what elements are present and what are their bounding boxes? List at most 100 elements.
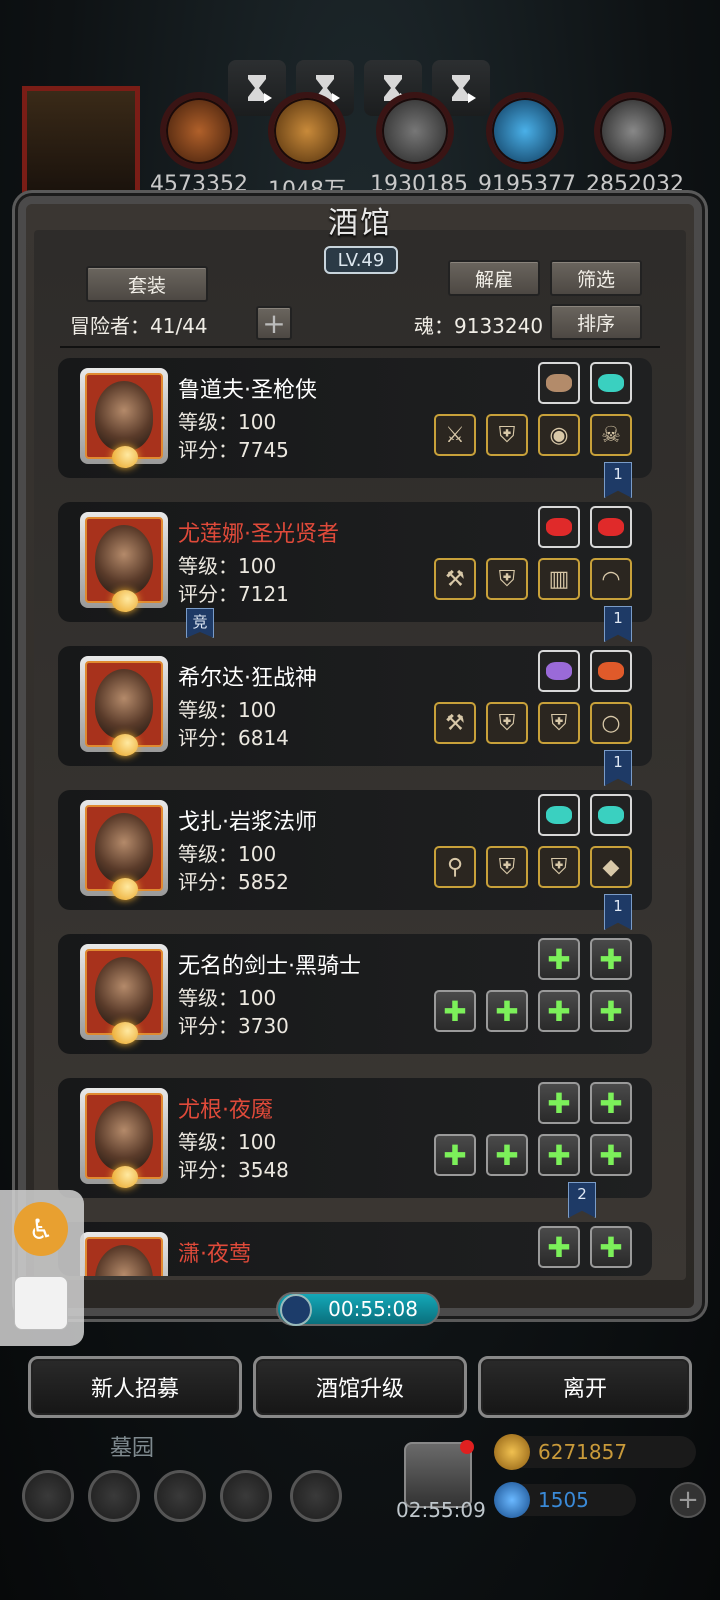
sort-button[interactable]: 排序 (550, 304, 642, 340)
hero-avatar[interactable] (80, 1232, 168, 1276)
equipment-slot[interactable]: ⛨ (486, 414, 528, 456)
gem-icon (546, 374, 572, 392)
hero-portrait (95, 1101, 153, 1171)
equipment-slot[interactable]: ⚒ (434, 702, 476, 744)
rune-slot[interactable] (590, 650, 632, 692)
hero-portrait (95, 957, 153, 1027)
hero-avatar[interactable] (80, 512, 168, 612)
hero-card[interactable]: 尤莲娜·圣光贤者 等级：100 评分：7121 ⚒ ⛨ ▥ ◠ (58, 502, 652, 622)
gem-icon (598, 374, 624, 392)
shield-icon[interactable] (290, 1470, 342, 1522)
castle-icon[interactable] (154, 1470, 206, 1522)
moon-icon (112, 1022, 138, 1044)
empty-slot-plus-icon[interactable]: ✚ (590, 938, 632, 980)
equipment-slot[interactable]: ⛨ (486, 846, 528, 888)
hero-level: 等级：100 (178, 554, 277, 578)
rune-slot[interactable] (590, 362, 632, 404)
empty-slot-plus-icon[interactable]: ✚ (538, 1134, 580, 1176)
equipment-slot[interactable]: ▥ (538, 558, 580, 600)
equipment-slot[interactable]: ⛨ (538, 846, 580, 888)
moon-icon (112, 878, 138, 900)
empty-slot-plus-icon[interactable]: ✚ (486, 990, 528, 1032)
hero-card[interactable]: 无名的剑士·黑骑士 等级：100 评分：3730 ✚ ✚ ✚ ✚ ✚ ✚ (58, 934, 652, 1054)
empty-slot-plus-icon[interactable]: ✚ (590, 1134, 632, 1176)
rune-slot[interactable] (590, 794, 632, 836)
rune-slot[interactable] (590, 506, 632, 548)
equipment-slot[interactable]: ○ (590, 702, 632, 744)
hero-avatar[interactable] (80, 368, 168, 468)
empty-slot-plus-icon[interactable]: ✚ (538, 1226, 580, 1268)
refresh-timer-text: 00:55:08 (328, 1297, 418, 1321)
assistant-app-icon[interactable] (14, 1276, 68, 1330)
hero-card[interactable]: 潇·夜莺 ✚ ✚ (58, 1222, 652, 1276)
panel-title: 酒馆 (328, 206, 392, 241)
rune-slot[interactable] (538, 650, 580, 692)
equipment-slot[interactable]: ⚔ (434, 414, 476, 456)
gem-icon (598, 662, 624, 680)
upgrade-tavern-button[interactable]: 酒馆升级 (253, 1356, 467, 1418)
hero-score: 评分：3548 (178, 1158, 289, 1182)
hero-portrait (95, 669, 153, 739)
settings-icon[interactable] (22, 1470, 74, 1522)
rune-slot[interactable] (538, 506, 580, 548)
suit-button[interactable]: 套装 (86, 266, 208, 302)
empty-slot-plus-icon[interactable]: ✚ (538, 990, 580, 1032)
equipment-slot[interactable]: ◆ (590, 846, 632, 888)
tavern-screen: 4573352 1048万 1930185 9195377 2852032 酒馆… (0, 0, 720, 1600)
moon-icon (112, 590, 138, 612)
empty-slot-plus-icon[interactable]: ✚ (434, 990, 476, 1032)
equipment-slot[interactable]: ⛨ (538, 702, 580, 744)
empty-slot-plus-icon[interactable]: ✚ (538, 1082, 580, 1124)
hero-card[interactable]: 尤根·夜魇 等级：100 评分：3548 ✚ ✚ ✚ ✚ ✚ ✚ (58, 1078, 652, 1198)
graveyard-label[interactable]: 墓园 (110, 1430, 154, 1462)
empty-slot-plus-icon[interactable]: ✚ (538, 938, 580, 980)
player-portrait[interactable] (22, 86, 140, 198)
dismiss-button[interactable]: 解雇 (448, 260, 540, 296)
hero-card[interactable]: 鲁道夫·圣枪侠 等级：100 评分：7745 ⚔ ⛨ ◉ ☠ (58, 358, 652, 478)
leave-button[interactable]: 离开 (478, 1356, 692, 1418)
crystal-amount: 9195377 (478, 172, 576, 197)
hero-score: 评分：3730 (178, 1014, 289, 1038)
hero-name: 尤根·夜魇 (178, 1098, 273, 1123)
hero-card[interactable]: 希尔达·狂战神 等级：100 评分：6814 ⚒ ⛨ ⛨ ○ (58, 646, 652, 766)
equipment-slot[interactable]: ☠ (590, 414, 632, 456)
mail-icon[interactable] (220, 1470, 272, 1522)
gold-counter: 6271857 (494, 1434, 696, 1470)
empty-slot-plus-icon[interactable]: ✚ (590, 1082, 632, 1124)
accessibility-icon[interactable]: ♿ (14, 1202, 68, 1256)
recruit-button[interactable]: 新人招募 (28, 1356, 242, 1418)
gem-amount: 1505 (538, 1488, 589, 1512)
add-slot-button[interactable]: + (256, 306, 292, 340)
hero-card[interactable]: 戈扎·岩浆法师 等级：100 评分：5852 ⚲ ⛨ ⛨ ◆ (58, 790, 652, 910)
gold-amount: 6271857 (538, 1440, 628, 1464)
equipment-slot[interactable]: ⛨ (486, 558, 528, 600)
star-icon[interactable] (88, 1470, 140, 1522)
empty-slot-plus-icon[interactable]: ✚ (590, 990, 632, 1032)
empty-slot-plus-icon[interactable]: ✚ (434, 1134, 476, 1176)
equipment-slot[interactable]: ⛨ (486, 702, 528, 744)
hero-avatar[interactable] (80, 1088, 168, 1188)
hero-avatar[interactable] (80, 656, 168, 756)
hero-score: 评分：7121 (178, 582, 289, 606)
filter-button[interactable]: 筛选 (550, 260, 642, 296)
hero-portrait (95, 381, 153, 451)
hero-avatar[interactable] (80, 800, 168, 900)
rune-slot[interactable] (538, 794, 580, 836)
gem-counter: 1505 (494, 1482, 636, 1518)
moon-icon (112, 446, 138, 468)
empty-slot-plus-icon[interactable]: ✚ (590, 1226, 632, 1268)
tavern-level-badge: LV.49 (324, 246, 398, 274)
hero-avatar[interactable] (80, 944, 168, 1044)
rune-slot[interactable] (538, 362, 580, 404)
buy-gems-button[interactable]: + (670, 1482, 706, 1518)
gem-icon (598, 806, 624, 824)
notification-dot (460, 1440, 474, 1454)
hero-name: 潇·夜莺 (178, 1242, 251, 1267)
equipment-slot[interactable]: ⚲ (434, 846, 476, 888)
clock-icon (280, 1294, 312, 1326)
empty-slot-plus-icon[interactable]: ✚ (486, 1134, 528, 1176)
equipment-slot[interactable]: ◠ (590, 558, 632, 600)
gift-timer: 02:55:09 (396, 1498, 486, 1522)
equipment-slot[interactable]: ⚒ (434, 558, 476, 600)
equipment-slot[interactable]: ◉ (538, 414, 580, 456)
